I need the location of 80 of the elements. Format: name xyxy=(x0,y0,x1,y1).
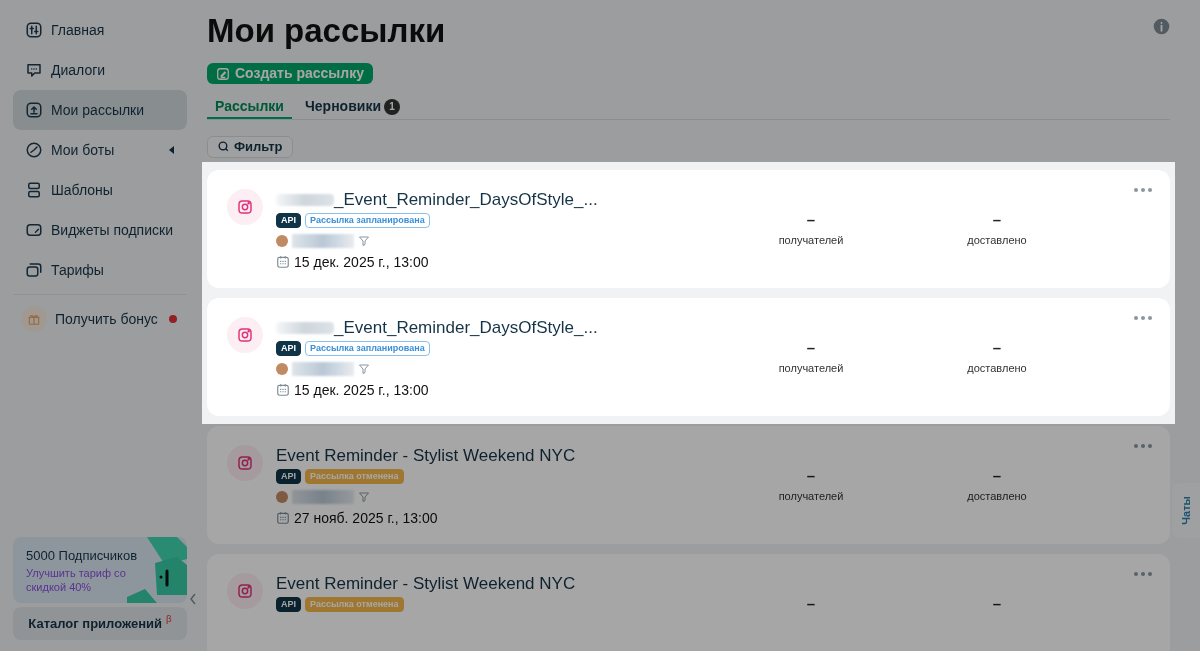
redacted-block xyxy=(276,193,334,206)
avatar xyxy=(276,490,288,503)
api-tag: API xyxy=(276,212,301,228)
instagram-icon xyxy=(237,326,253,343)
sidebar-item[interactable]: Мои боты xyxy=(13,130,187,170)
sidebar-item[interactable]: Мои рассылки xyxy=(13,90,187,130)
avatar xyxy=(276,234,288,247)
api-tag: API xyxy=(276,468,301,484)
campaign-card[interactable]: Event Reminder - Stylist Weekend NYC API Рассылка отменена – – xyxy=(207,553,1170,651)
avatar xyxy=(276,362,288,375)
promo-title: 5000 Подписчиков xyxy=(26,547,139,565)
stat-label: доставлено xyxy=(967,232,1027,248)
stat-value: – xyxy=(992,465,1002,486)
campaign-card[interactable]: _Event_Reminder_DaysOfStyle_... API Рассылка запланирована 15 дек. 2025 г., 13:00 – получателей – доставлено xyxy=(207,169,1170,288)
instagram-icon xyxy=(237,582,253,599)
stat-value: – xyxy=(806,593,816,614)
sidebar-item[interactable]: Главная xyxy=(13,10,187,50)
page-title: Мои рассылки xyxy=(207,11,446,51)
funnel-icon xyxy=(358,362,370,375)
sidebar-item[interactable]: Получить бонус xyxy=(13,299,187,339)
filter-button[interactable]: Фильтр xyxy=(207,136,293,158)
count-badge: 1 xyxy=(384,98,400,115)
instagram-icon xyxy=(237,454,253,471)
status-tag: Рассылка запланирована xyxy=(305,212,430,228)
status-tag: Рассылка запланирована xyxy=(305,340,430,356)
equalizer-icon xyxy=(25,21,43,39)
search-icon xyxy=(217,140,230,154)
campaign-date: 15 дек. 2025 г., 13:00 xyxy=(294,380,429,400)
stat-value: – xyxy=(992,209,1002,230)
campaign-date: 15 дек. 2025 г., 13:00 xyxy=(294,252,429,272)
promo-card[interactable]: 5000 Подписчиков Улучшить тариф со скидкой 40% xyxy=(13,537,187,603)
api-tag: API xyxy=(276,596,301,612)
stat-value: – xyxy=(992,593,1002,614)
stat-label: доставлено xyxy=(967,360,1027,376)
gift-icon xyxy=(21,306,47,332)
funnel-icon xyxy=(358,234,370,247)
stack-icon xyxy=(25,181,43,199)
redacted-block xyxy=(292,361,354,376)
edit-icon xyxy=(216,66,230,81)
campaign-card[interactable]: Event Reminder - Stylist Weekend NYC API Рассылка отменена 27 нояб. 2025 г., 13:00 – получателей – доставлено xyxy=(207,425,1170,544)
calendar-icon xyxy=(276,383,290,397)
tab[interactable]: Рассылки xyxy=(207,96,292,119)
redacted-block xyxy=(292,233,354,248)
campaign-title[interactable]: _Event_Reminder_DaysOfStyle_... xyxy=(334,314,598,341)
redacted-block xyxy=(276,321,334,334)
campaign-title[interactable]: _Event_Reminder_DaysOfStyle_... xyxy=(334,186,598,213)
campaign-card[interactable]: _Event_Reminder_DaysOfStyle_... API Рассылка запланирована 15 дек. 2025 г., 13:00 – получателей – доставлено xyxy=(207,297,1170,416)
caret-icon xyxy=(169,146,175,154)
promo-text: Улучшить тариф со скидкой 40% xyxy=(26,565,127,594)
info-icon[interactable] xyxy=(1153,18,1170,35)
stat-value: – xyxy=(806,337,816,358)
redacted-block xyxy=(292,489,354,504)
cards-icon xyxy=(25,261,43,279)
campaign-title[interactable]: Event Reminder - Stylist Weekend NYC xyxy=(276,570,576,597)
calendar-icon xyxy=(276,255,290,269)
calendar-icon xyxy=(276,511,290,525)
stat-value: – xyxy=(806,209,816,230)
funnel-icon xyxy=(358,490,370,503)
collapse-chevron-icon[interactable] xyxy=(189,593,197,605)
stat-value: – xyxy=(806,465,816,486)
sidebar-item[interactable]: Тарифы xyxy=(13,250,187,290)
stat-label: получателей xyxy=(778,360,844,376)
stat-label: доставлено xyxy=(967,488,1027,504)
card-pencil-icon xyxy=(25,221,43,239)
campaign-date: 27 нояб. 2025 г., 13:00 xyxy=(294,508,438,528)
campaign-title[interactable]: Event Reminder - Stylist Weekend NYC xyxy=(276,442,576,469)
instagram-icon xyxy=(237,198,253,215)
tab[interactable]: Черновики 1 xyxy=(297,96,408,119)
stat-label: получателей xyxy=(778,232,844,248)
chat-icon xyxy=(25,61,43,79)
status-tag: Рассылка отменена xyxy=(305,596,404,612)
upload-icon xyxy=(25,101,43,119)
catalog-button[interactable]: Каталог приложений $^{β}$ xyxy=(13,607,187,640)
sidebar-item[interactable]: Диалоги xyxy=(13,50,187,90)
api-tag: API xyxy=(276,340,301,356)
stat-value: – xyxy=(992,337,1002,358)
stat-label: получателей xyxy=(778,488,844,504)
sidebar-item[interactable]: Шаблоны xyxy=(13,170,187,210)
sidebar-item[interactable]: Виджеты подписки xyxy=(13,210,187,250)
status-tag: Рассылка отменена xyxy=(305,468,404,484)
